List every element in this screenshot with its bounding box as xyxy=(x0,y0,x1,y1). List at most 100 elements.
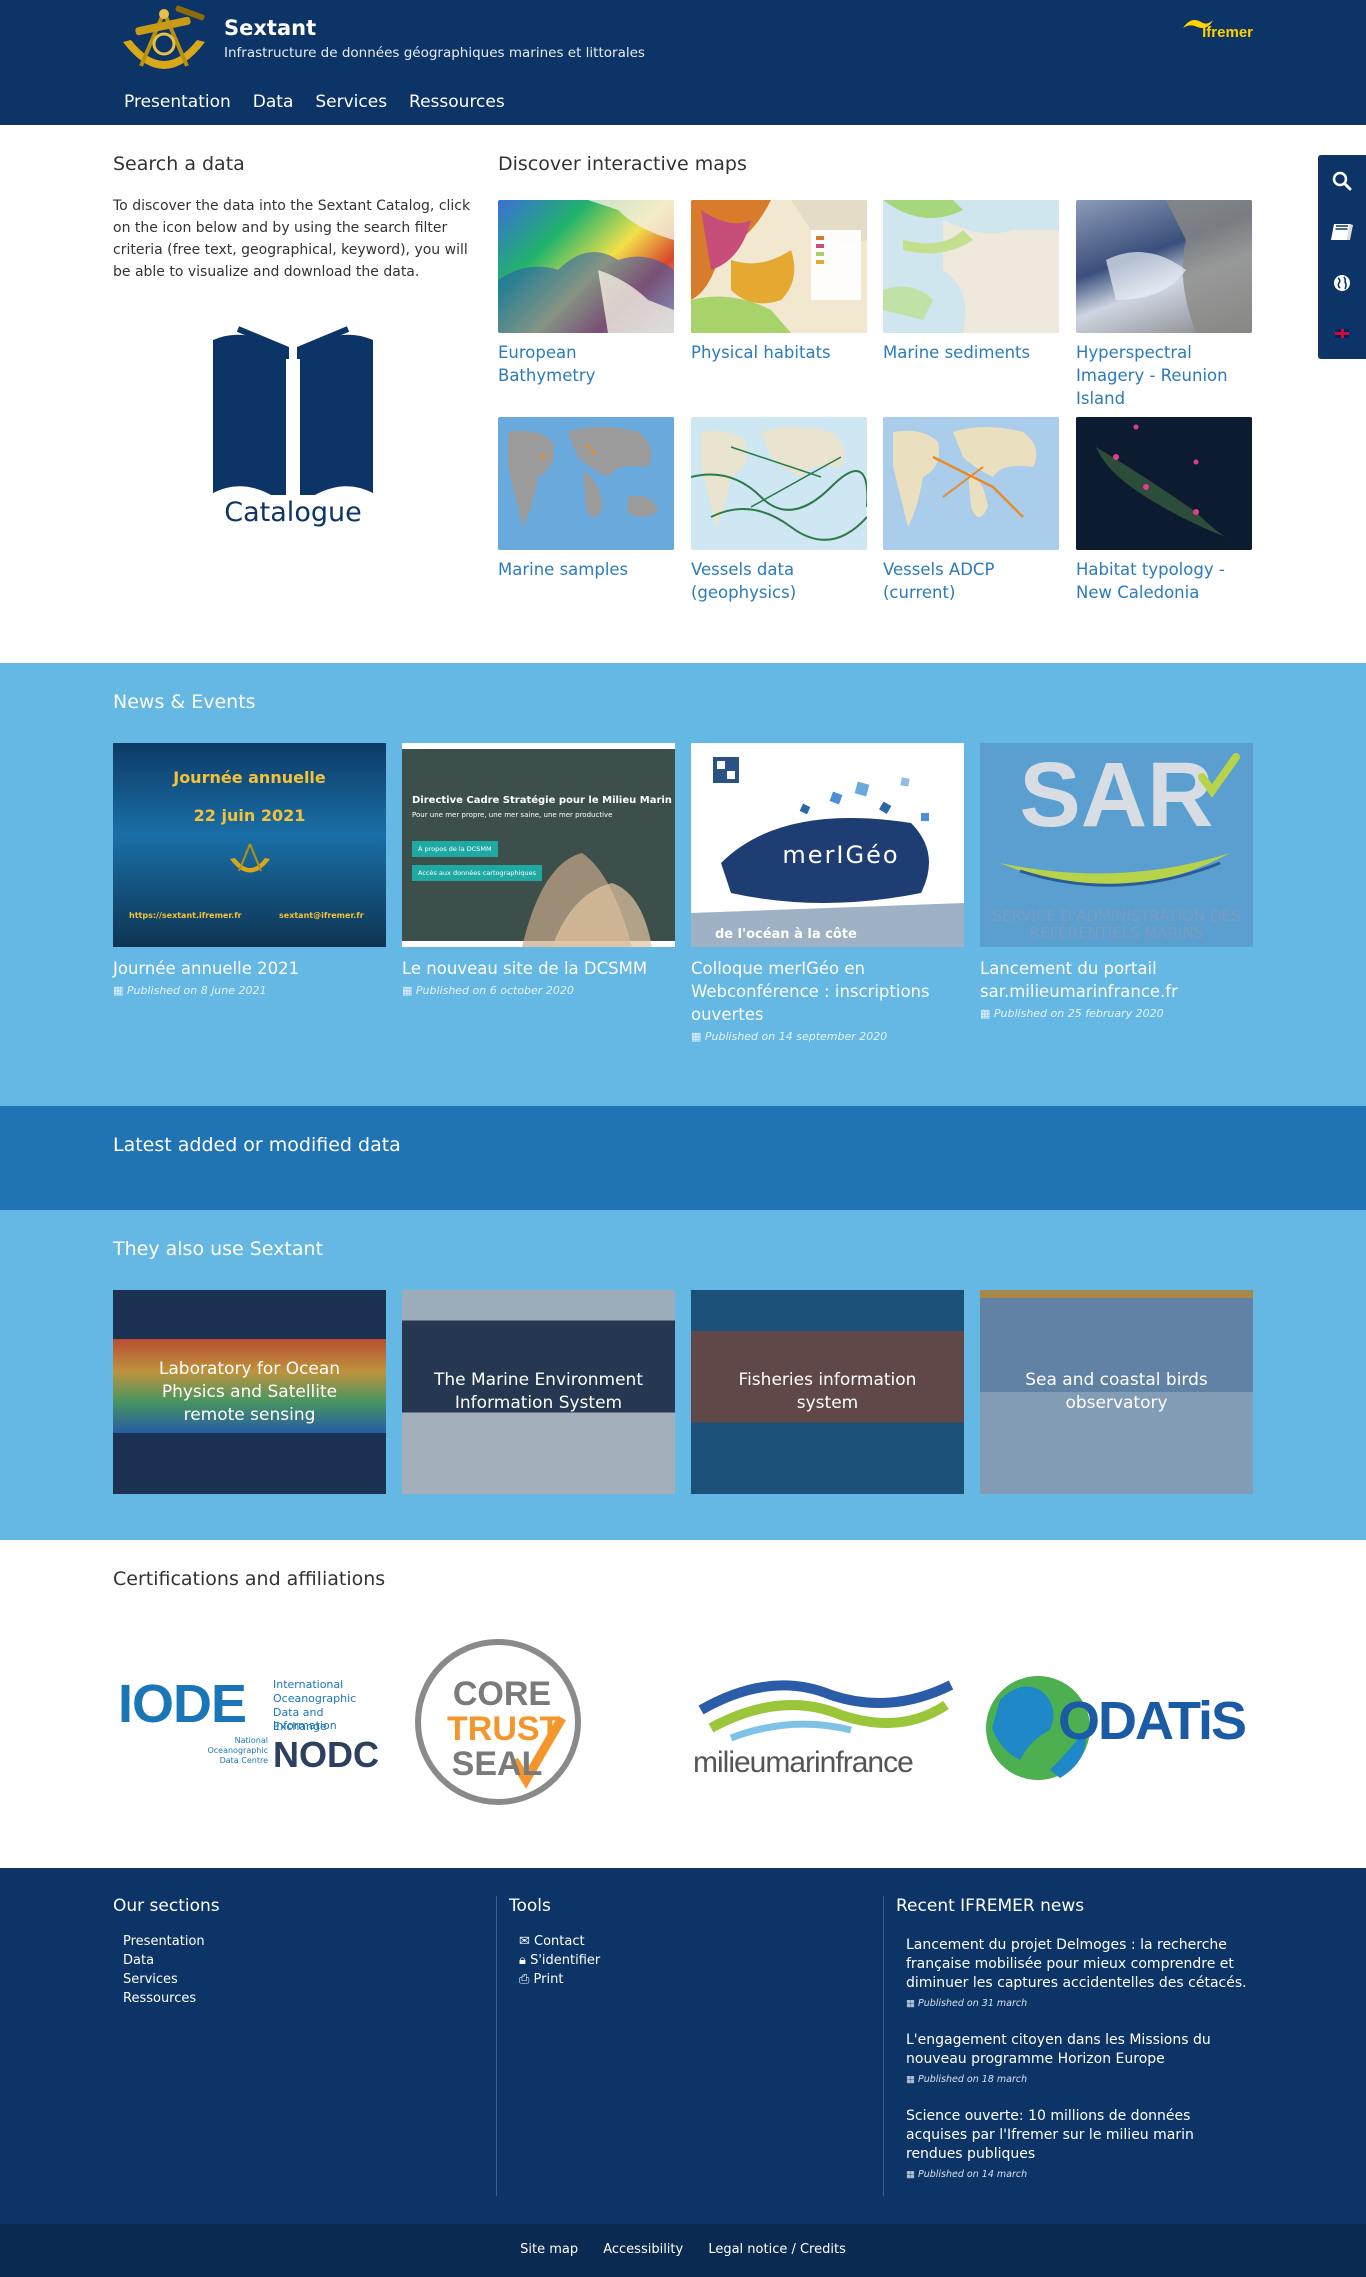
map-label: Vessels data (geophysics) xyxy=(691,560,797,602)
calendar-icon: ▦ xyxy=(906,2074,918,2085)
legal-notice-link[interactable]: Legal notice / Credits xyxy=(708,2242,846,2257)
partner-card[interactable]: Sea and coastal birds observatory xyxy=(980,1290,1253,1494)
nav-ressources[interactable]: Ressources xyxy=(398,88,516,116)
footer-news-item-date: ▦ Published on 31 march xyxy=(906,1998,1028,2009)
iode-nodc-logo[interactable]: IODE International Oceanographic Data an… xyxy=(113,1630,383,1810)
footer-news-item[interactable]: Lancement du projet Delmoges : la recher… xyxy=(906,1936,1253,2009)
globe-icon[interactable] xyxy=(1318,257,1366,308)
partner-label: Fisheries information system xyxy=(691,1290,964,1494)
footer-divider xyxy=(496,1896,497,2196)
calendar-icon: ▦ xyxy=(402,984,416,997)
footer-news-item[interactable]: L'engagement citoyen dans les Missions d… xyxy=(906,2031,1253,2085)
news-section: News & Events Journée annuelle 22 juin 2… xyxy=(0,663,1366,1106)
footer-link-data[interactable]: Data xyxy=(123,1953,154,1968)
news-card-title: Colloque merIGéo en Webconférence : insc… xyxy=(691,959,930,1024)
sextant-logo[interactable] xyxy=(115,4,213,82)
ifremer-logo[interactable]: Ifremer xyxy=(1183,16,1253,44)
map-label: European Bathymetry xyxy=(498,343,596,385)
footer-news-item-title: Lancement du projet Delmoges : la recher… xyxy=(906,1937,1247,1991)
news-card-title: Lancement du portail sar.milieumarinfran… xyxy=(980,959,1178,1001)
footer-link-presentation[interactable]: Presentation xyxy=(123,1934,205,1949)
map-card-habitat-new-caledonia[interactable]: Habitat typology - New Caledonia xyxy=(1076,417,1252,604)
waves-icon xyxy=(698,1680,954,1742)
certifications-section: Certifications and affiliations IODE Int… xyxy=(0,1540,1366,1868)
partner-card[interactable]: Fisheries information system xyxy=(691,1290,964,1494)
map-thumbnail xyxy=(883,200,1059,333)
site-footer: Our sections Presentation Data Services … xyxy=(0,1868,1366,2224)
map-card-vessels-adcp[interactable]: Vessels ADCP (current) xyxy=(883,417,1059,604)
also-use-section: They also use Sextant Laboratory for Oce… xyxy=(0,1210,1366,1540)
news-card-title: Journée annuelle 2021 xyxy=(113,959,300,978)
catalogue-button[interactable]: Catalogue xyxy=(208,325,378,528)
partner-thumbnail: Fisheries information system xyxy=(691,1290,964,1494)
partner-label: Laboratory for Ocean Physics and Satelli… xyxy=(113,1290,386,1494)
news-image-text: https://sextant.ifremer.fr xyxy=(129,911,242,920)
uk-flag-icon[interactable] xyxy=(1318,308,1366,359)
iode-text: Exchange xyxy=(273,1720,327,1733)
nav-presentation[interactable]: Presentation xyxy=(113,88,242,116)
search-title: Search a data xyxy=(113,153,245,175)
map-label: Hyperspectral Imagery - Reunion Island xyxy=(1076,343,1228,408)
site-header: Sextant Infrastructure de données géogra… xyxy=(0,0,1366,125)
calendar-icon: ▦ xyxy=(906,2169,918,2180)
map-card-vessels-geophysics[interactable]: Vessels data (geophysics) xyxy=(691,417,867,604)
nodc-wordmark: NODC xyxy=(273,1734,379,1775)
news-image-text: merIGéo xyxy=(782,841,900,869)
footer-link-ressources[interactable]: Ressources xyxy=(123,1991,196,2006)
footer-sections-title: Our sections xyxy=(113,1896,220,1916)
site-subtitle: Infrastructure de données géographiques … xyxy=(224,45,645,61)
nav-data[interactable]: Data xyxy=(242,88,305,116)
nav-services[interactable]: Services xyxy=(304,88,398,116)
news-card-date: ▦ Published on 6 october 2020 xyxy=(402,984,574,997)
core-trust-seal-logo[interactable]: CORE TRUST SEAL xyxy=(402,1630,672,1810)
calendar-icon: ▦ xyxy=(906,1998,918,2009)
news-card[interactable]: Journée annuelle 22 juin 2021 https://se… xyxy=(113,743,386,997)
nodc-text: National xyxy=(234,1736,268,1745)
footer-bottom-bar: Site map Accessibility Legal notice / Cr… xyxy=(0,2224,1366,2277)
lock-icon: 🔒︎ xyxy=(519,1953,531,1968)
accessibility-link[interactable]: Accessibility xyxy=(603,2242,683,2257)
news-card-date: ▦ Published on 8 june 2021 xyxy=(113,984,267,997)
news-image: SAR SERVICE D'ADMINISTRATION DES RÉFÉREN… xyxy=(980,743,1253,947)
footer-news-item[interactable]: Science ouverte: 10 millions de données … xyxy=(906,2107,1253,2180)
news-card[interactable]: SAR SERVICE D'ADMINISTRATION DES RÉFÉREN… xyxy=(980,743,1253,1020)
nodc-text: Oceanographic xyxy=(207,1746,268,1755)
footer-link-login[interactable]: 🔒︎ S'identifier xyxy=(519,1953,600,1968)
map-card-hyperspectral-reunion[interactable]: Hyperspectral Imagery - Reunion Island xyxy=(1076,200,1252,410)
news-image-text: Pour une mer propre, une mer saine, une … xyxy=(412,811,613,819)
print-icon: ⎙ xyxy=(519,1972,534,1987)
map-card-marine-samples[interactable]: Marine samples xyxy=(498,417,674,581)
footer-link-services[interactable]: Services xyxy=(123,1972,178,1987)
partner-thumbnail: Sea and coastal birds observatory xyxy=(980,1290,1253,1494)
map-card-physical-habitats[interactable]: Physical habitats xyxy=(691,200,867,364)
map-card-marine-sediments[interactable]: Marine sediments xyxy=(883,200,1059,364)
news-card[interactable]: Directive Cadre Stratégie pour le Milieu… xyxy=(402,743,675,997)
news-image-text: À propos de la DCSMM xyxy=(412,841,498,857)
iode-text: International xyxy=(273,1678,344,1691)
map-thumbnail xyxy=(1076,200,1252,333)
odatis-logo[interactable]: ODATiS xyxy=(980,1630,1250,1810)
milieumarinfrance-logo[interactable]: milieumarinfrance xyxy=(691,1630,961,1810)
map-label: Marine samples xyxy=(498,560,629,579)
open-book-icon xyxy=(213,326,373,505)
site-title[interactable]: Sextant xyxy=(224,16,316,40)
search-icon[interactable] xyxy=(1318,155,1366,206)
news-image-text: Directive Cadre Stratégie pour le Milieu… xyxy=(412,795,672,806)
footer-link-contact[interactable]: ✉ Contact xyxy=(519,1934,585,1949)
footer-link-print[interactable]: ⎙ Print xyxy=(519,1972,563,1987)
map-card-european-bathymetry[interactable]: European Bathymetry xyxy=(498,200,674,387)
partner-card[interactable]: The Marine Environment Information Syste… xyxy=(402,1290,675,1494)
news-card[interactable]: merIGéo de l'océan à la côte Colloque me… xyxy=(691,743,964,1043)
calendar-icon: ▦ xyxy=(113,984,127,997)
partner-label: Sea and coastal birds observatory xyxy=(980,1290,1253,1494)
news-image: Journée annuelle 22 juin 2021 https://se… xyxy=(113,743,386,947)
news-card-date: ▦ Published on 14 september 2020 xyxy=(691,1030,888,1043)
latest-title: Latest added or modified data xyxy=(113,1134,401,1156)
footer-news-item-date: ▦ Published on 18 march xyxy=(906,2074,1028,2085)
partner-card[interactable]: Laboratory for Ocean Physics and Satelli… xyxy=(113,1290,386,1494)
partner-label: The Marine Environment Information Syste… xyxy=(402,1290,675,1494)
interactive-maps-panel: Discover interactive maps European Bathy… xyxy=(498,153,1253,602)
site-map-link[interactable]: Site map xyxy=(520,2242,578,2257)
news-image-text: Accès aux données cartographiques xyxy=(412,865,542,881)
book-icon[interactable] xyxy=(1318,206,1366,257)
